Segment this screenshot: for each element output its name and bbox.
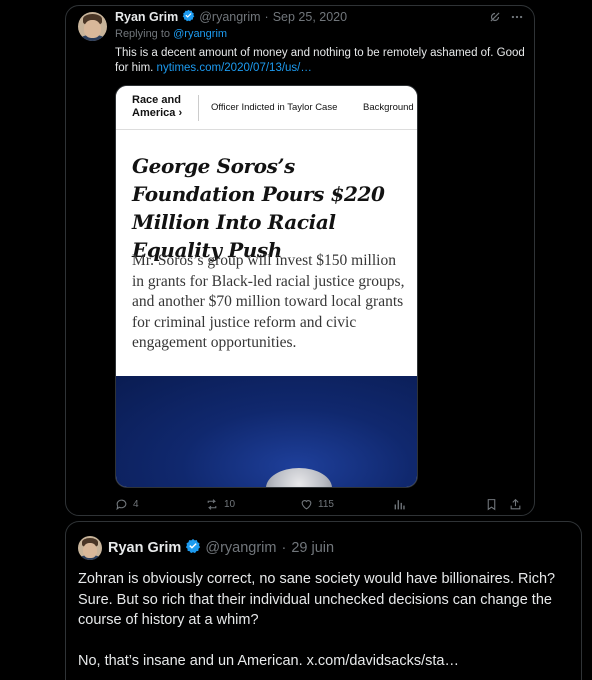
replying-to-handle[interactable]: @ryangrim: [173, 28, 227, 40]
avatar[interactable]: [78, 12, 107, 41]
section-line-1: Race and: [132, 94, 181, 106]
tweet-text: Zohran is obviously correct, no sane soc…: [78, 569, 568, 672]
reply-count: 4: [133, 499, 139, 510]
nav-item-2: Background: [363, 102, 414, 113]
article-nav-bar: Race and America › Officer Indicted in T…: [116, 86, 417, 130]
verified-badge-icon: [182, 9, 195, 25]
nav-divider: [198, 95, 199, 121]
tweet-date[interactable]: Sep 25, 2020: [273, 10, 347, 24]
replying-prefix: Replying to: [115, 28, 171, 40]
article-headline: George Soros’s Foundation Pours $220 Mil…: [132, 154, 385, 262]
article-image[interactable]: Race and America › Officer Indicted in T…: [115, 85, 418, 488]
bookmark-icon[interactable]: [485, 498, 498, 514]
tweet-card-2[interactable]: Ryan Grim @ryangrim · 29 juin Zohran is …: [65, 521, 582, 680]
tweet-date[interactable]: 29 juin: [291, 540, 334, 556]
reply-icon: [115, 498, 128, 511]
header-separator: ·: [281, 540, 287, 556]
share-icon[interactable]: [509, 498, 522, 514]
section-line-2: America ›: [132, 107, 183, 119]
header-separator: ·: [264, 10, 269, 24]
article-summary: Mr. Soros’s group will invest $150 milli…: [132, 252, 405, 351]
author-name[interactable]: Ryan Grim: [115, 10, 178, 24]
tweet-link[interactable]: nytimes.com/2020/07/13/us/…: [157, 62, 312, 74]
article-photo: [116, 376, 417, 487]
avatar[interactable]: [78, 536, 102, 560]
retweet-count: 10: [224, 499, 236, 510]
like-count: 115: [318, 499, 334, 510]
like-icon: [300, 498, 313, 511]
nav-item-1: Officer Indicted in Taylor Case: [211, 102, 338, 113]
like-button[interactable]: 115: [300, 498, 334, 511]
tweet-paragraph-1: Zohran is obviously correct, no sane soc…: [78, 571, 556, 628]
views-icon[interactable]: [393, 498, 406, 514]
tweet-header: Ryan Grim @ryangrim · 29 juin: [108, 538, 334, 558]
article-section: Race and America ›: [132, 94, 182, 120]
replying-to-line: Replying to @ryangrim: [115, 28, 227, 40]
retweet-button[interactable]: 10: [205, 498, 235, 511]
author-handle[interactable]: @ryangrim: [205, 540, 276, 556]
grok-icon[interactable]: [488, 10, 502, 29]
tweet-paragraph-2: No, that’s insane and un American. x.com…: [78, 653, 459, 669]
retweet-icon: [205, 498, 219, 511]
more-icon[interactable]: [510, 10, 524, 29]
author-name[interactable]: Ryan Grim: [108, 540, 181, 556]
tweet-text: This is a decent amount of money and not…: [115, 46, 525, 76]
tweet-actions: 4 10 115: [115, 498, 525, 516]
verified-badge-icon: [185, 538, 201, 558]
tweet-header: Ryan Grim @ryangrim · Sep 25, 2020: [115, 9, 347, 25]
reply-button[interactable]: 4: [115, 498, 139, 511]
author-handle[interactable]: @ryangrim: [199, 10, 260, 24]
tweet-card-1[interactable]: Ryan Grim @ryangrim · Sep 25, 2020 Reply…: [65, 5, 535, 516]
